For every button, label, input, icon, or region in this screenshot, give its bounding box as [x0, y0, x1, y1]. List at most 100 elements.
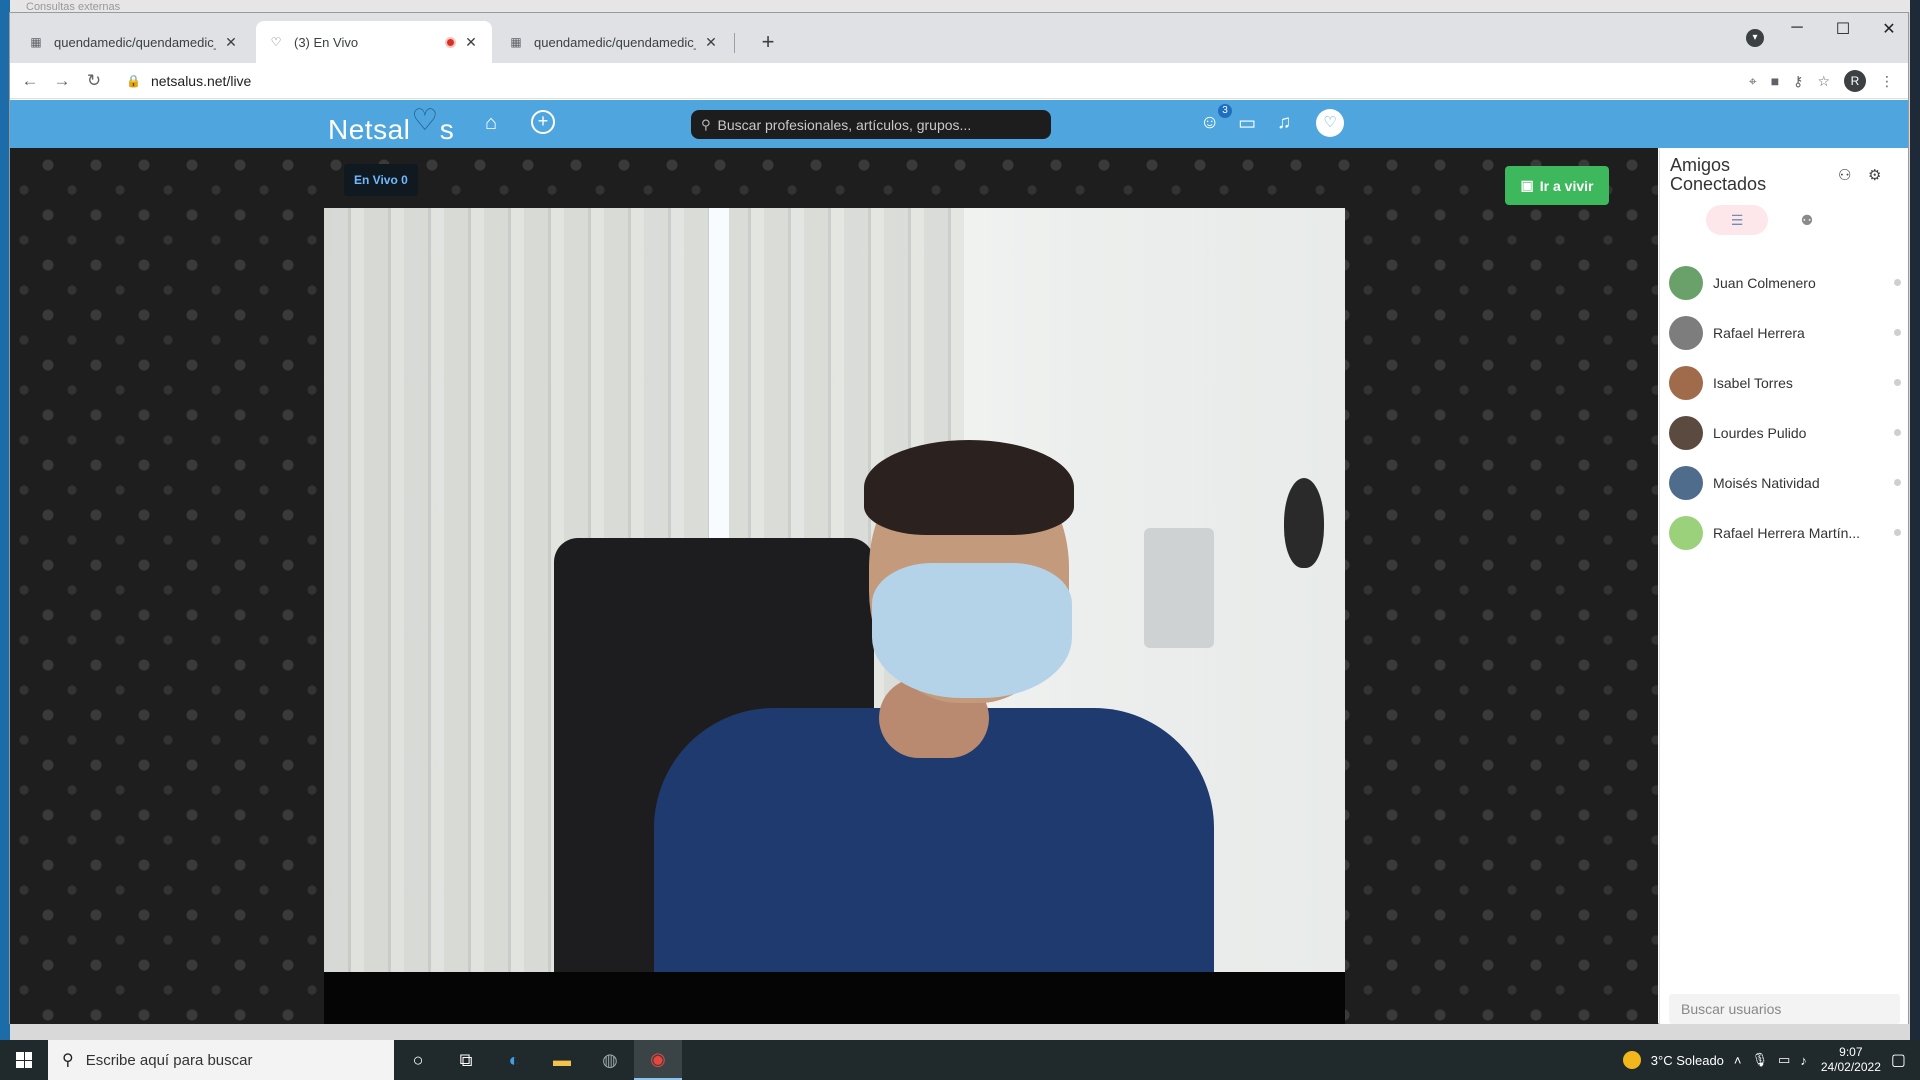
avatar	[1669, 516, 1703, 550]
system-tray: 3°C Soleado ˄ 🎙 ▭ ♪ 9:07 24/02/2022 ▢	[1622, 1040, 1920, 1080]
netsalus-app: Netsal ♡ s ⌂ + ⚲ ☺ ▭ 3 ♫ ♡ En Vivo 0 ▣ I…	[10, 100, 1908, 1024]
penguin-wall-decal	[1284, 478, 1324, 568]
add-circle-icon[interactable]: +	[531, 110, 555, 134]
video-player[interactable]	[324, 208, 1345, 1024]
reload-icon[interactable]: ↻	[78, 71, 110, 91]
logo-text-right: s	[439, 114, 455, 145]
go-live-button[interactable]: ▣ Ir a vivir	[1505, 166, 1609, 205]
status-dot	[1894, 529, 1901, 536]
avatar	[1669, 416, 1703, 450]
windows-taskbar: ⚲ ○ ⧉ ◐ ▬ ◍ ◉ 3°C Soleado ˄ 🎙 ▭ ♪ 9:07 2…	[0, 1040, 1920, 1080]
netsalus-logo[interactable]: Netsal ♡ s	[328, 104, 455, 146]
friends-list: Juan Colmenero Rafael Herrera Isabel Tor…	[1669, 258, 1901, 558]
close-tab-icon[interactable]: ✕	[702, 34, 720, 51]
forward-arrow-icon[interactable]: →	[46, 71, 78, 91]
messages-icon[interactable]: ▭	[1238, 112, 1256, 135]
avatar	[1669, 266, 1703, 300]
friend-name: Isabel Torres	[1713, 375, 1793, 391]
start-button[interactable]	[0, 1040, 48, 1080]
profile-avatar[interactable]: R	[1844, 70, 1866, 92]
tab-en-vivo[interactable]: ♡ (3) En Vivo ✕	[256, 21, 492, 63]
search-input[interactable]	[717, 116, 1018, 133]
user-profile-icon[interactable]: ♡	[1316, 109, 1344, 137]
home-icon[interactable]: ⌂	[485, 112, 497, 135]
toolbar-actions: ⌖ ■ ⚷ ☆ R ⋮	[1749, 63, 1894, 99]
status-dot	[1894, 479, 1901, 486]
friend-name: Juan Colmenero	[1713, 275, 1816, 291]
friend-item[interactable]: Juan Colmenero	[1669, 258, 1901, 308]
stethoscope-heart-icon: ♡	[411, 104, 439, 137]
time: 9:07	[1839, 1045, 1863, 1059]
messages-badge: 3	[1218, 104, 1232, 118]
user-search-input[interactable]	[1669, 994, 1900, 1024]
friend-item[interactable]: Rafael Herrera	[1669, 308, 1901, 358]
app-header: Netsal ♡ s ⌂ + ⚲ ☺ ▭ 3 ♫ ♡	[10, 100, 1908, 148]
new-tab-button[interactable]: +	[755, 29, 781, 55]
microphone-icon[interactable]: 🎙	[1752, 1052, 1769, 1068]
desktop-edge-right	[1910, 0, 1920, 1040]
window-light	[709, 208, 729, 538]
location-pin-icon[interactable]: ⌖	[1749, 73, 1757, 90]
notifications-icon[interactable]: ▢	[1891, 1050, 1906, 1070]
date: 24/02/2022	[1820, 1060, 1881, 1074]
tab-friends[interactable]: ☰	[1706, 205, 1768, 235]
camera-in-use-icon[interactable]: ■	[1771, 73, 1779, 89]
app-globe-icon[interactable]: ◍	[586, 1040, 634, 1080]
network-icon[interactable]: ▭	[1778, 1052, 1790, 1068]
tab-title: quendamedic/quendamedic_inte	[534, 34, 696, 50]
friend-item[interactable]: Isabel Torres	[1669, 358, 1901, 408]
desktop-window-title-fragment: Consultas externas	[0, 0, 1920, 13]
taskbar-search[interactable]: ⚲	[48, 1040, 394, 1080]
tab-quendamedic-1[interactable]: ▦ quendamedic/quendamedic_inte ✕	[16, 21, 252, 63]
search-icon: ⚲	[701, 116, 711, 132]
tab-quendamedic-2[interactable]: ▦ quendamedic/quendamedic_inte ✕	[496, 21, 732, 63]
cortana-icon[interactable]: ○	[394, 1040, 442, 1080]
edge-browser-icon[interactable]: ◐	[490, 1040, 538, 1080]
address-bar[interactable]: 🔒 netsalus.net/live	[126, 73, 251, 89]
friend-item[interactable]: Rafael Herrera Martín...	[1669, 508, 1901, 558]
taskbar-search-input[interactable]	[85, 1051, 376, 1069]
friend-name: Lourdes Pulido	[1713, 425, 1807, 441]
tab-groups[interactable]: ⚉	[1776, 205, 1838, 235]
key-icon[interactable]: ⚷	[1793, 73, 1803, 90]
task-view-icon[interactable]: ⧉	[442, 1040, 490, 1080]
maximize-button[interactable]: ☐	[1820, 19, 1866, 39]
logo-text-left: Netsal	[328, 114, 411, 145]
gear-icon[interactable]: ⚙	[1868, 166, 1881, 184]
chrome-icon[interactable]: ◉	[634, 1040, 682, 1080]
file-explorer-icon[interactable]: ▬	[538, 1040, 586, 1080]
tab-search-icon[interactable]: ▾	[1746, 29, 1764, 47]
more-menu-icon[interactable]: ⋮	[1880, 73, 1894, 90]
search-bar[interactable]: ⚲	[691, 110, 1051, 139]
friend-name: Rafael Herrera	[1713, 325, 1805, 341]
clock[interactable]: 9:07 24/02/2022	[1821, 1045, 1881, 1075]
netsalus-favicon-icon: ♡	[270, 35, 282, 49]
avatar	[1669, 366, 1703, 400]
add-friend-group-icon[interactable]: ⚇	[1838, 166, 1851, 184]
gitlab-favicon-icon: ▦	[30, 35, 42, 49]
weather-text[interactable]: 3°C Soleado	[1651, 1053, 1724, 1068]
avatar	[1669, 316, 1703, 350]
lock-icon: 🔒	[126, 73, 141, 88]
close-window-button[interactable]: ✕	[1866, 19, 1912, 39]
minimize-button[interactable]: ─	[1774, 19, 1820, 37]
close-tab-icon[interactable]: ✕	[462, 34, 480, 51]
broadcast-icon: ▣	[1520, 177, 1534, 193]
friend-item[interactable]: Moisés Natividad	[1669, 458, 1901, 508]
person-hair	[864, 440, 1074, 535]
notifications-bell-icon[interactable]: ♫	[1277, 112, 1291, 134]
live-viewers-badge: En Vivo 0	[344, 164, 418, 196]
recording-indicator-icon	[445, 36, 456, 48]
bookmark-star-icon[interactable]: ☆	[1817, 73, 1830, 90]
tab-separator	[734, 33, 735, 53]
chevron-up-icon[interactable]: ˄	[1734, 1053, 1742, 1068]
add-friend-icon[interactable]: ☺	[1200, 112, 1219, 134]
close-tab-icon[interactable]: ✕	[222, 34, 240, 51]
video-controls-bar	[324, 972, 1345, 1024]
tab-strip: ▦ quendamedic/quendamedic_inte ✕ ♡ (3) E…	[10, 13, 1908, 63]
browser-window: ▦ quendamedic/quendamedic_inte ✕ ♡ (3) E…	[9, 12, 1909, 1024]
friend-item[interactable]: Lourdes Pulido	[1669, 408, 1901, 458]
volume-icon[interactable]: ♪	[1800, 1053, 1807, 1068]
friend-name: Rafael Herrera Martín...	[1713, 525, 1861, 541]
back-arrow-icon[interactable]: ←	[14, 71, 46, 91]
